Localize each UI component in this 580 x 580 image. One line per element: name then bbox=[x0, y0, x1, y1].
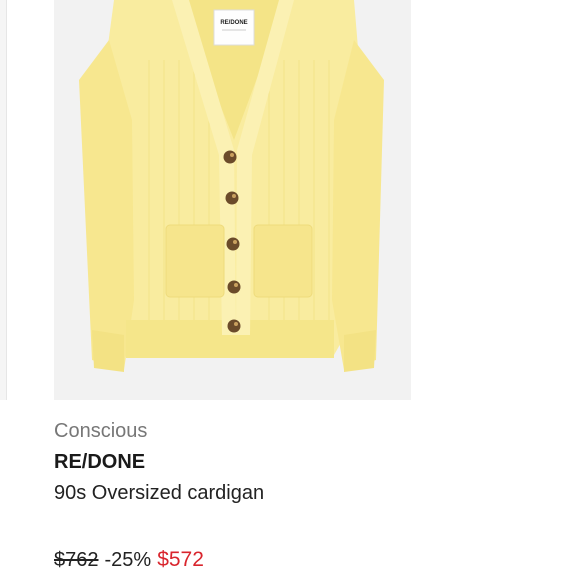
product-card[interactable]: RE/DONE Conscious RE/DONE 90s Oversized … bbox=[54, 0, 524, 580]
sustainability-label: Conscious bbox=[54, 420, 148, 442]
product-name[interactable]: 90s Oversized cardigan bbox=[54, 482, 524, 505]
product-image[interactable]: RE/DONE bbox=[54, 0, 411, 400]
brand-name[interactable]: RE/DONE bbox=[54, 451, 524, 474]
cardigan-illustration: RE/DONE bbox=[54, 0, 411, 400]
discount-badge: -25% bbox=[104, 549, 152, 571]
garment-tag-text: RE/DONE bbox=[220, 20, 247, 26]
price-row: $762 -25% $572 bbox=[54, 548, 524, 572]
sale-price: $572 bbox=[157, 548, 204, 571]
previous-card-edge bbox=[0, 0, 7, 400]
original-price: $762 bbox=[54, 549, 99, 571]
